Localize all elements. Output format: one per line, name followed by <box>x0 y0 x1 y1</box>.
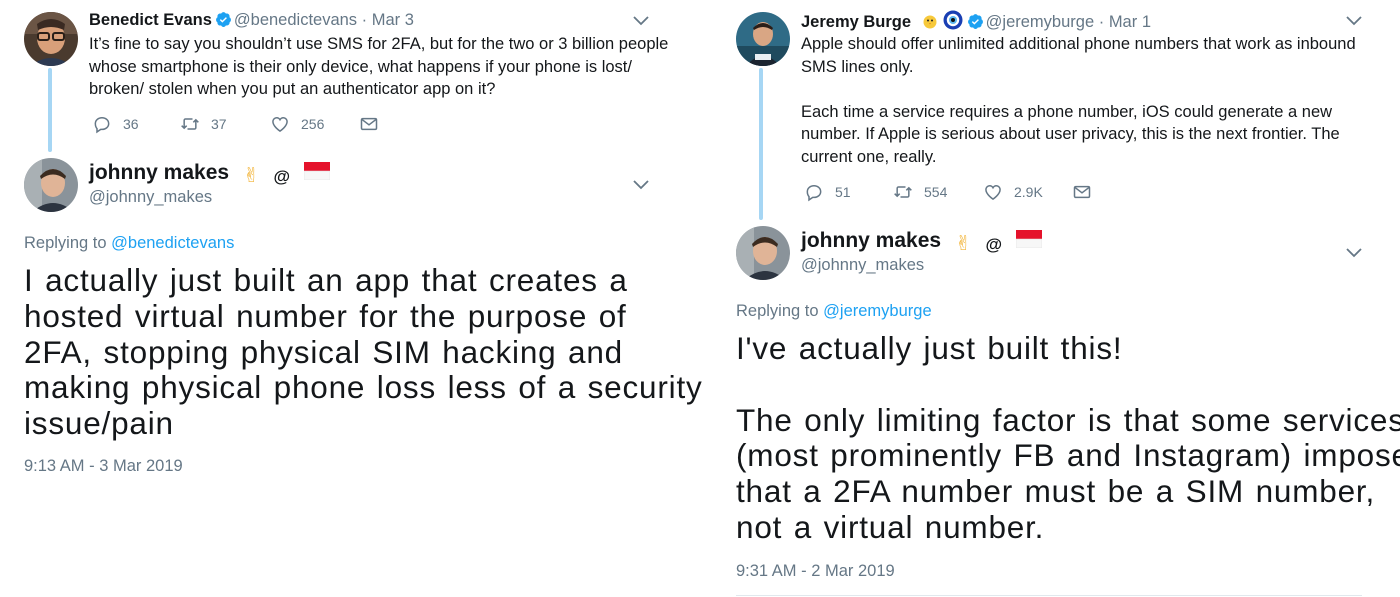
author-handle[interactable]: @johnny_makes <box>89 187 212 207</box>
verified-badge-icon <box>967 14 983 29</box>
tweet-timestamp[interactable]: 9:13 AM - 3 Mar 2019 <box>24 456 183 476</box>
tweet-text-line: The only limiting factor is that some se… <box>736 401 1400 438</box>
at-symbol: @ <box>985 235 1003 254</box>
tweet-text-line: issue/pain <box>24 405 174 442</box>
reply-count: 36 <box>123 116 139 132</box>
tweet-text: Apple should offer unlimited additional … <box>801 33 1356 168</box>
avatar[interactable] <box>24 12 78 66</box>
retweet-button[interactable]: 554 <box>893 181 947 203</box>
thread-line <box>759 68 763 220</box>
tweet-timestamp[interactable]: 9:31 AM - 2 Mar 2019 <box>736 561 895 581</box>
author-name[interactable]: Benedict Evans <box>89 11 212 29</box>
tweet-text-line: that a 2FA number must be a SIM number, <box>736 473 1376 510</box>
tweet-text-line: making physical phone loss less of a sec… <box>24 369 703 406</box>
reply-tweet-text: I actually just built an app that create… <box>24 262 703 442</box>
tweet-text-line: not a virtual number. <box>736 508 1045 545</box>
retweet-count: 37 <box>211 116 227 132</box>
reply-icon <box>806 184 822 202</box>
reply-button[interactable]: 36 <box>92 113 139 135</box>
victory-hand-icon: ✌ <box>242 165 260 187</box>
tweet-text-line: It’s fine to say you shouldn’t use SMS f… <box>89 35 669 53</box>
tweet-text-line <box>736 367 1400 403</box>
verified-badge-icon <box>215 12 231 27</box>
separator-dot: · <box>1098 13 1105 31</box>
replying-to: Replying to @jeremyburge <box>736 301 932 321</box>
author-name[interactable]: johnny makes <box>89 161 229 184</box>
avatar[interactable] <box>736 226 790 280</box>
tweet-actions: 36 37 256 <box>92 113 392 135</box>
nazar-amulet-icon <box>943 10 963 30</box>
tweet-text-line: broken/ stolen when you put an authentic… <box>89 80 496 98</box>
replying-to-prefix: Replying to <box>24 234 107 252</box>
retweet-icon <box>894 186 912 198</box>
heart-icon <box>272 116 288 132</box>
tweet-text-line: whose smartphone is their only device, w… <box>89 57 632 76</box>
avatar[interactable] <box>24 158 78 212</box>
message-button[interactable] <box>1072 181 1092 203</box>
tweet-text-line: Each time a service requires a phone num… <box>801 102 1333 121</box>
thread-line <box>48 68 52 152</box>
envelope-icon <box>1073 185 1091 199</box>
flag-icon <box>303 162 330 180</box>
chevron-down-icon[interactable] <box>633 180 649 190</box>
chevron-down-icon[interactable] <box>633 16 649 26</box>
retweet-icon <box>181 118 199 130</box>
replying-to: Replying to @benedictevans <box>24 233 234 253</box>
tweet-text-line <box>801 78 1356 101</box>
victory-hand-icon: ✌ <box>954 233 972 255</box>
author-name[interactable]: johnny makes <box>801 229 941 252</box>
like-button[interactable]: 256 <box>270 113 324 135</box>
left-tweet-screenshot: Benedict Evans @benedictevans · Mar 3 It’… <box>0 0 703 597</box>
tweet-text-line: I actually just built an app that create… <box>24 262 628 298</box>
tweet-text-line: I've actually just built this! <box>736 330 1123 366</box>
reply-icon <box>94 116 110 134</box>
retweet-button[interactable]: 37 <box>180 113 227 135</box>
chick-emoji-icon <box>923 15 937 29</box>
replying-to-link[interactable]: @jeremyburge <box>823 302 931 320</box>
reply-tweet-text: I've actually just built this! The only … <box>736 330 1400 546</box>
replying-to-link[interactable]: @benedictevans <box>111 234 234 252</box>
author-name-row: johnny makes ✌ @ <box>89 160 330 190</box>
tweet-text-line: number. If Apple is serious about user p… <box>801 125 1340 143</box>
tweet-text-line: current one, really. <box>801 147 937 166</box>
separator-dot: · <box>361 11 368 29</box>
author-name-row: johnny makes ✌ @ <box>801 228 1042 258</box>
tweet-text-line: (most prominently FB and Instagram) impo… <box>736 437 1400 474</box>
tweet-header: Benedict Evans @benedictevans · Mar 3 <box>89 10 414 30</box>
heart-icon <box>985 184 1001 200</box>
divider <box>736 595 1362 596</box>
avatar[interactable] <box>736 12 790 66</box>
like-count: 256 <box>301 116 325 132</box>
at-symbol: @ <box>273 167 291 186</box>
message-button[interactable] <box>359 113 379 135</box>
envelope-icon <box>360 117 378 131</box>
like-count: 2.9K <box>1014 184 1043 200</box>
tweet-actions: 51 554 2.9K <box>804 181 1104 203</box>
reply-count: 51 <box>835 184 851 200</box>
author-handle[interactable]: @jeremyburge <box>986 13 1094 31</box>
reply-button[interactable]: 51 <box>804 181 851 203</box>
author-handle[interactable]: @benedictevans <box>234 11 357 29</box>
author-name[interactable]: Jeremy Burge <box>801 13 911 31</box>
like-button[interactable]: 2.9K <box>983 181 1043 203</box>
tweet-text: It’s fine to say you shouldn’t use SMS f… <box>89 33 668 101</box>
tweet-text-line: 2FA, stopping physical SIM hacking and <box>24 333 623 370</box>
flag-icon <box>1015 230 1042 248</box>
tweet-header: Jeremy Burge @jeremyburge · Mar 1 <box>801 10 1151 32</box>
tweet-text-line: hosted virtual number for the purpose of <box>24 297 627 334</box>
tweet-text-line: Apple should offer unlimited additional … <box>801 35 1356 53</box>
chevron-down-icon[interactable] <box>1346 248 1362 258</box>
tweet-date[interactable]: Mar 1 <box>1109 13 1151 31</box>
right-tweet-screenshot: Jeremy Burge @jeremyburge · Mar 1 Apple … <box>712 0 1400 597</box>
retweet-count: 554 <box>924 184 948 200</box>
replying-to-prefix: Replying to <box>736 302 819 320</box>
tweet-date[interactable]: Mar 3 <box>372 11 414 29</box>
chevron-down-icon[interactable] <box>1346 16 1362 26</box>
author-handle[interactable]: @johnny_makes <box>801 255 924 275</box>
tweet-text-line: SMS lines only. <box>801 57 914 76</box>
